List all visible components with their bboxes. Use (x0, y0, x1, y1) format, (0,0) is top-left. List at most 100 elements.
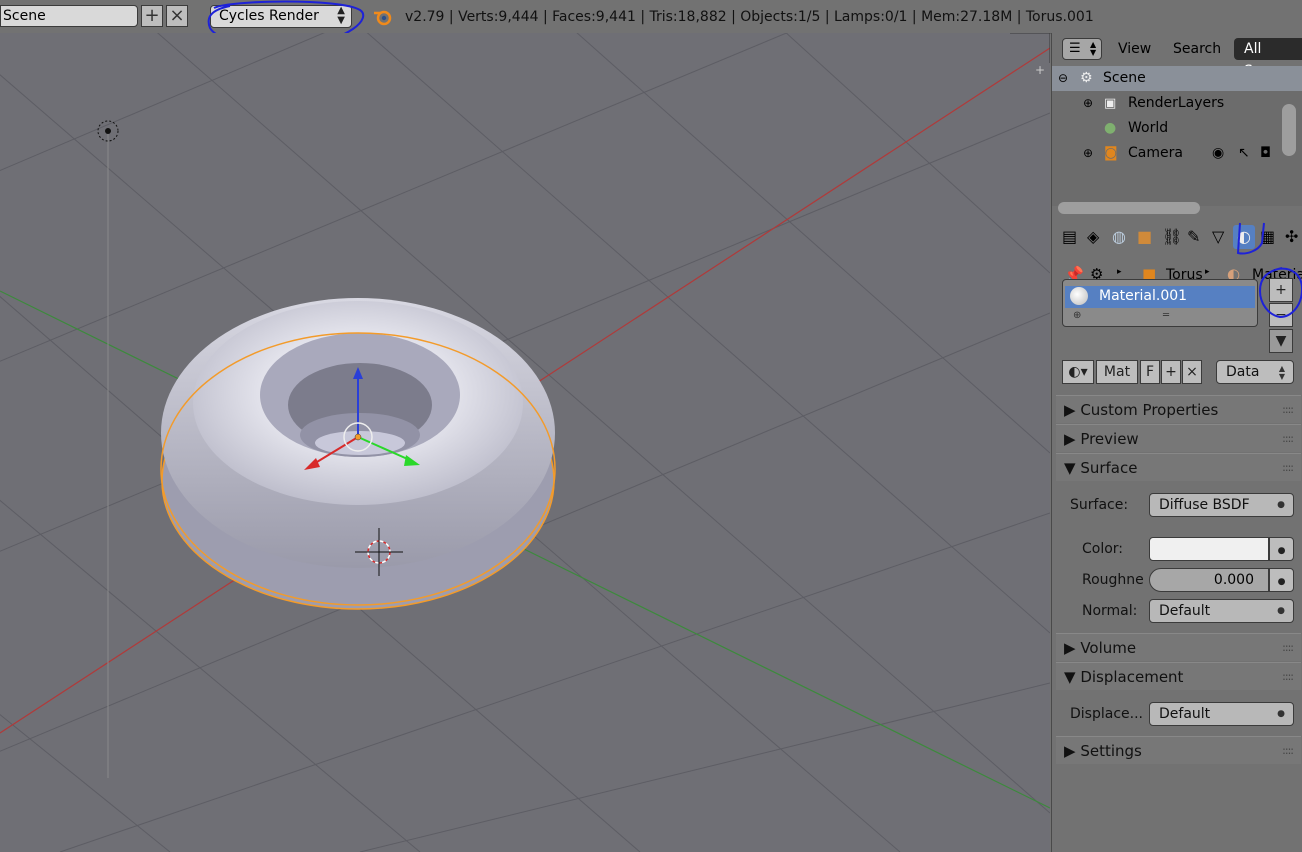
surface-shader-dropdown[interactable]: Diffuse BSDF ● (1149, 493, 1294, 517)
drag-handle-icon[interactable]: :::: (1282, 663, 1294, 691)
annotation-circle-add-slot (1258, 267, 1302, 319)
panel-title: Volume (1080, 639, 1137, 657)
normal-label: Normal: (1082, 603, 1138, 619)
triangle-right-icon: ▶ (1064, 639, 1081, 657)
outliner-label: RenderLayers (1128, 95, 1225, 111)
normal-dropdown[interactable]: Default ● (1149, 599, 1294, 623)
view-menu[interactable]: View (1118, 41, 1151, 57)
modifiers-tab-icon[interactable]: ✎ (1187, 227, 1200, 246)
panel-surface[interactable]: ▼ Surface :::: (1056, 453, 1301, 481)
outliner-row-renderlayers[interactable]: ⊕ ▣ RenderLayers (1052, 91, 1302, 116)
color-swatch[interactable] (1149, 537, 1269, 561)
scene-statistics: v2.79 | Verts:9,444 | Faces:9,441 | Tris… (405, 9, 1094, 25)
fake-user-button[interactable]: F (1140, 360, 1160, 384)
add-scene-button[interactable]: + (141, 5, 163, 27)
info-header: Scene + × Cycles Render ▲ ▼ v2.79 | Verts… (0, 0, 1302, 49)
chevron-right-icon: ▸ (1117, 267, 1122, 277)
socket-dot-icon: ● (1277, 606, 1285, 616)
link-dropdown[interactable]: Data ▲ ▼ (1216, 360, 1294, 384)
panel-title: Settings (1080, 742, 1142, 760)
camera-icon: ◙ (1104, 145, 1118, 161)
panel-title: Surface (1080, 459, 1138, 477)
chevron-right-icon: ▸ (1205, 267, 1210, 277)
outliner-label: Camera (1128, 145, 1183, 161)
outliner-row-camera[interactable]: ⊕ ◙ Camera ◉ ↖ ◘ (1052, 141, 1302, 166)
roughness-slider[interactable]: 0.000 (1149, 568, 1269, 592)
drag-handle-icon[interactable]: :::: (1282, 737, 1294, 765)
constraints-tab-icon[interactable]: ⛓ (1162, 227, 1182, 246)
outliner-vertical-scrollbar[interactable] (1282, 104, 1296, 156)
render-camera-icon[interactable]: ◘ (1260, 141, 1271, 166)
particles-tab-icon[interactable]: ✣ (1285, 227, 1298, 246)
cursor-select-icon[interactable]: ↖ (1238, 141, 1250, 166)
triangle-down-icon: ▼ (1064, 668, 1081, 686)
delete-scene-button[interactable]: × (166, 5, 188, 27)
render-layers-tab-icon[interactable]: ◈ (1087, 227, 1099, 246)
color-label: Color: (1082, 541, 1124, 557)
viewport-scene: + (0, 33, 1050, 852)
3d-viewport[interactable]: + (0, 33, 1050, 852)
scene-name: Scene (3, 8, 46, 24)
roughness-socket-button[interactable]: ● (1269, 568, 1294, 592)
svg-text:+: + (1035, 63, 1045, 77)
resize-handle-icon[interactable]: ═ (1163, 310, 1169, 321)
browse-material-button[interactable]: ◐▾ (1062, 360, 1094, 384)
panel-custom-properties[interactable]: ▶ Custom Properties :::: (1056, 395, 1301, 423)
panel-displacement[interactable]: ▼ Displacement :::: (1056, 662, 1301, 690)
display-mode-dropdown[interactable]: All Scenes (1234, 38, 1302, 79)
surface-label: Surface: (1070, 497, 1129, 513)
socket-dot-icon: ● (1277, 500, 1285, 510)
displacement-dropdown[interactable]: Default ● (1149, 702, 1294, 726)
outliner-icon: ☰ (1069, 41, 1081, 56)
collapse-icon: ⊖ (1058, 71, 1069, 85)
surface-shader-value: Diffuse BSDF (1159, 497, 1250, 513)
panel-title: Preview (1080, 430, 1139, 448)
material-name-label: Mat (1103, 364, 1131, 380)
scene-selector[interactable]: Scene (0, 5, 138, 27)
expand-icon: ⊕ (1083, 146, 1094, 160)
outliner-horizontal-scrollbar[interactable] (1058, 202, 1200, 214)
panel-settings[interactable]: ▶ Settings :::: (1056, 736, 1301, 764)
blender-logo-icon (374, 10, 392, 26)
object-tab-icon[interactable]: ■ (1137, 227, 1152, 246)
eye-icon[interactable]: ◉ (1212, 141, 1224, 166)
panel-volume[interactable]: ▶ Volume :::: (1056, 633, 1301, 661)
outliner-tree[interactable]: ⊖ ⚙ Scene ⊕ ▣ RenderLayers ● World ⊕ ◙ C… (1052, 66, 1302, 214)
torus-object[interactable] (160, 298, 556, 610)
socket-dot-icon: ● (1277, 709, 1285, 719)
data-tab-icon[interactable]: ▽ (1212, 227, 1224, 246)
material-name-field[interactable]: Mat (1096, 360, 1138, 384)
displacement-value: Default (1159, 706, 1211, 722)
drag-handle-icon[interactable]: :::: (1282, 634, 1294, 662)
material-slot-row[interactable]: Material.001 (1065, 286, 1255, 308)
outliner-header: ☰ ▲▼ View Search All Scenes (1052, 33, 1302, 79)
drag-handle-icon[interactable]: :::: (1282, 396, 1294, 424)
panel-title: Custom Properties (1080, 401, 1219, 419)
scene-tab-icon[interactable]: ◍ (1112, 227, 1126, 246)
triangle-right-icon: ▶ (1064, 430, 1081, 448)
material-datablock-row: ◐▾ Mat F + × Data ▲ ▼ (1062, 360, 1294, 386)
drag-handle-icon[interactable]: :::: (1282, 425, 1294, 453)
unlink-material-button[interactable]: × (1182, 360, 1202, 384)
new-material-button[interactable]: + (1161, 360, 1181, 384)
roughness-value: 0.000 (1213, 572, 1254, 588)
annotation-mark-material-tab (1236, 222, 1265, 255)
outliner-row-world[interactable]: ● World (1052, 116, 1302, 141)
expand-icon: ⊕ (1073, 310, 1082, 321)
slot-specials-button[interactable]: ▼ (1269, 329, 1293, 353)
link-label: Data (1226, 364, 1260, 380)
drag-handle-icon[interactable]: :::: (1282, 454, 1294, 482)
editor-type-dropdown[interactable]: ☰ ▲ ▼ (1062, 38, 1102, 60)
material-slot-name: Material.001 (1099, 288, 1188, 304)
outliner-row-scene[interactable]: ⊖ ⚙ Scene (1052, 66, 1302, 91)
render-tab-icon[interactable]: ▤ (1062, 227, 1077, 246)
search-menu[interactable]: Search (1173, 41, 1221, 57)
color-socket-button[interactable]: ● (1269, 537, 1294, 561)
displacement-label: Displace... (1070, 706, 1143, 722)
renderlayer-icon: ▣ (1104, 96, 1117, 111)
material-sphere-icon (1070, 287, 1088, 305)
triangle-right-icon: ▶ (1064, 401, 1081, 419)
material-slot-list[interactable]: Material.001 ⊕ ═ (1062, 279, 1258, 327)
fake-user-label: F (1145, 364, 1155, 380)
panel-preview[interactable]: ▶ Preview :::: (1056, 424, 1301, 452)
